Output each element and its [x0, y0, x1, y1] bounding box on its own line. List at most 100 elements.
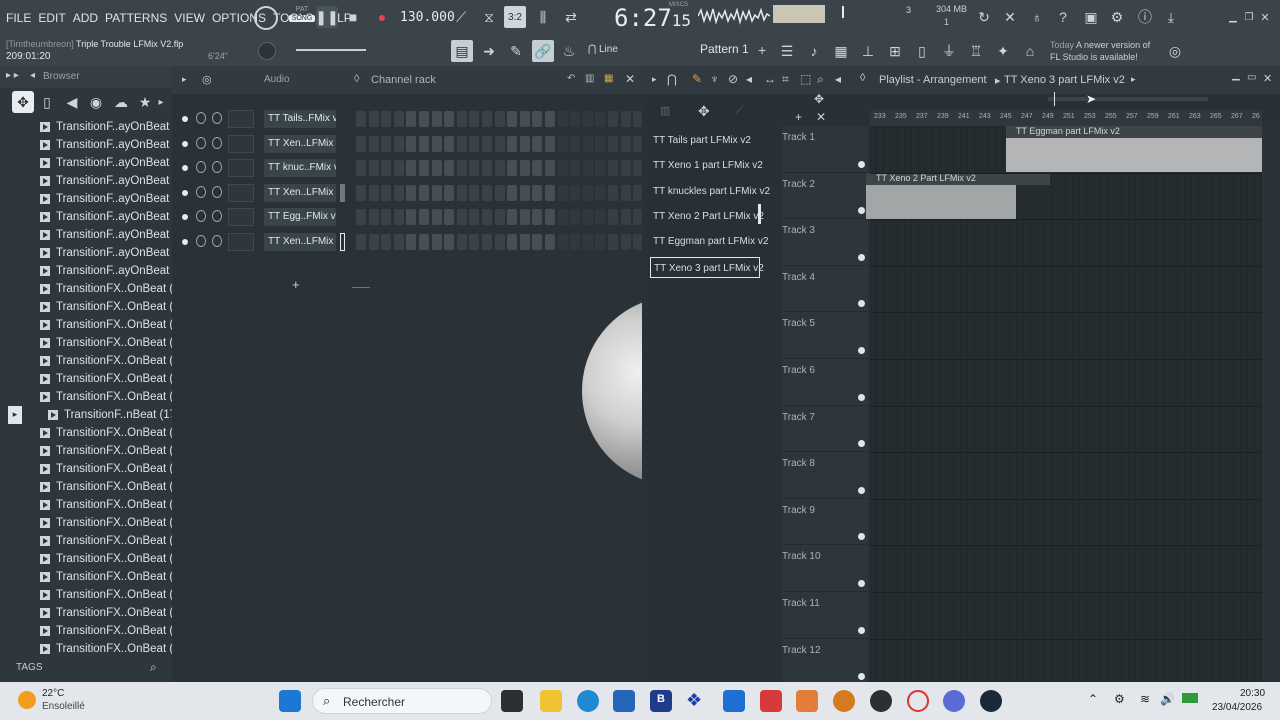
start-icon[interactable]: [279, 690, 301, 712]
step-button[interactable]: [419, 160, 429, 177]
step-button[interactable]: [595, 184, 606, 201]
browser-item[interactable]: TransitionFX..OnBeat (13): [40, 334, 190, 352]
step-button[interactable]: [595, 111, 606, 127]
close-icon[interactable]: ✕: [1254, 6, 1276, 28]
step-button[interactable]: [608, 184, 618, 201]
step-button[interactable]: [557, 209, 568, 226]
step-button[interactable]: [406, 160, 417, 177]
track-mute-dot[interactable]: [858, 579, 865, 587]
browser-item[interactable]: TransitionF..nBeat (17): [48, 406, 180, 424]
channel-name-button[interactable]: TT Tails..FMix v2: [264, 110, 336, 128]
snap-selector[interactable]: ⋂ Line: [588, 44, 618, 55]
step-button[interactable]: [393, 111, 404, 127]
arrangement-grid[interactable]: TT Eggman part LFMix v2 TT Xeno 2 Part L…: [866, 126, 1262, 687]
step-button[interactable]: [368, 209, 379, 226]
step-button[interactable]: [532, 234, 543, 250]
channel-mute-led[interactable]: [182, 140, 188, 147]
playlist-minimize-icon[interactable]: ▁: [1232, 70, 1240, 81]
arrow-right-icon[interactable]: ➜: [478, 40, 500, 62]
step-button[interactable]: [595, 209, 606, 226]
vertical-scrollbar[interactable]: [1262, 126, 1280, 682]
step-button[interactable]: [494, 160, 505, 177]
discord-icon[interactable]: [943, 690, 965, 712]
step-button[interactable]: [431, 209, 442, 226]
file-explorer-icon[interactable]: [540, 690, 562, 712]
playlist-view-icon[interactable]: ▤: [451, 40, 473, 62]
step-button[interactable]: [507, 234, 518, 250]
step-button[interactable]: [419, 135, 429, 152]
channel-pan-knob[interactable]: [212, 161, 222, 174]
playlist-close-icon[interactable]: ✕: [1263, 72, 1272, 85]
tags-label[interactable]: TAGS: [16, 662, 42, 673]
step-button[interactable]: [456, 209, 467, 226]
browser-item[interactable]: TransitionF..ayOnBeat (4): [40, 172, 187, 190]
step-button[interactable]: [469, 160, 480, 177]
record-button[interactable]: ●: [371, 6, 393, 28]
track-header[interactable]: Track 6: [782, 359, 868, 406]
pat-song-toggle[interactable]: PAT SONG: [289, 6, 315, 30]
channel-mixer-track[interactable]: [228, 159, 254, 178]
delete-tool-icon[interactable]: ⊘: [728, 72, 738, 86]
step-button[interactable]: [356, 234, 366, 250]
baby-icon[interactable]: ✦: [992, 40, 1014, 62]
step-button[interactable]: [469, 111, 480, 127]
wait-record-icon[interactable]: ⧖: [478, 6, 500, 28]
pattern-item[interactable]: TT Xeno 2 Part LFMix v2: [650, 206, 764, 227]
step-button[interactable]: [381, 209, 392, 226]
plugin-picker-icon[interactable]: ⊞: [884, 40, 906, 62]
browser-item[interactable]: TransitionF..ayOnBeat (9): [40, 262, 187, 280]
rack-options-icon[interactable]: ◎: [202, 73, 212, 86]
track-header[interactable]: Track 5: [782, 312, 868, 359]
step-button[interactable]: [406, 184, 417, 201]
browser-item[interactable]: TransitionFX..OnBeat (29): [40, 622, 190, 640]
step-button[interactable]: [482, 135, 492, 152]
channel-name-button[interactable]: TT Xen..LFMix v2: [264, 183, 336, 202]
channel-name-button[interactable]: TT Xen..LFMix v2: [264, 134, 336, 153]
rack-graph-icon[interactable]: ▥: [585, 73, 594, 84]
b-app-icon[interactable]: B: [650, 690, 672, 712]
step-button[interactable]: [482, 111, 492, 127]
channel-pan-knob[interactable]: [212, 235, 222, 247]
plug-icon[interactable]: ⏚: [938, 40, 960, 62]
track-header[interactable]: Track 10: [782, 545, 868, 592]
search-box[interactable]: ⌕ Rechercher: [312, 688, 492, 714]
track-mute-dot[interactable]: [858, 440, 865, 448]
step-button[interactable]: [519, 135, 530, 152]
track-header[interactable]: Track 2: [782, 173, 868, 220]
step-button[interactable]: [431, 184, 442, 201]
menu-view[interactable]: VIEW: [174, 11, 205, 25]
browser-item[interactable]: TransitionFX..OnBeat (16): [40, 388, 190, 406]
step-button[interactable]: [368, 135, 379, 152]
step-button[interactable]: [431, 111, 442, 127]
channel-pan-knob[interactable]: [212, 185, 222, 198]
move-tool-icon[interactable]: ✥: [814, 92, 824, 106]
help-icon[interactable]: ?: [1052, 6, 1074, 28]
playlist-arrow-icon[interactable]: ▸: [652, 74, 657, 85]
channel-filter[interactable]: Audio: [264, 74, 290, 85]
step-button[interactable]: [419, 209, 429, 226]
horizontal-scrollbar[interactable]: [868, 94, 1260, 106]
track-mute-dot[interactable]: [858, 673, 865, 681]
channel-mixer-track[interactable]: [228, 208, 254, 227]
add-pattern-icon[interactable]: +: [758, 42, 766, 58]
channel-pan-knob[interactable]: [212, 136, 222, 149]
volume-icon[interactable]: 🔊: [1160, 692, 1175, 706]
clip-eggman[interactable]: TT Eggman part LFMix v2: [1006, 126, 1262, 172]
menu-file[interactable]: FILE: [6, 11, 31, 25]
browser-item[interactable]: TransitionFX..OnBeat (18): [40, 424, 190, 442]
track-mute-dot[interactable]: [858, 207, 865, 215]
fl-studio-icon[interactable]: [833, 690, 855, 712]
globe-browser-icon[interactable]: ◉: [85, 91, 107, 113]
step-button[interactable]: [532, 111, 543, 127]
cloud-icon[interactable]: ☁: [110, 91, 132, 113]
channel-volume-knob[interactable]: [196, 235, 206, 247]
channel-mixer-track[interactable]: [228, 110, 254, 128]
step-button[interactable]: [456, 135, 467, 152]
step-button[interactable]: [431, 234, 442, 250]
step-button[interactable]: [356, 184, 366, 201]
zoom-tool-icon[interactable]: ⌕: [817, 72, 824, 87]
step-button[interactable]: [557, 234, 568, 250]
pattern-link-icon[interactable]: ⟋: [736, 104, 744, 117]
globe-icon[interactable]: ◎: [1164, 40, 1186, 62]
main-pitch-slider[interactable]: [842, 6, 844, 18]
